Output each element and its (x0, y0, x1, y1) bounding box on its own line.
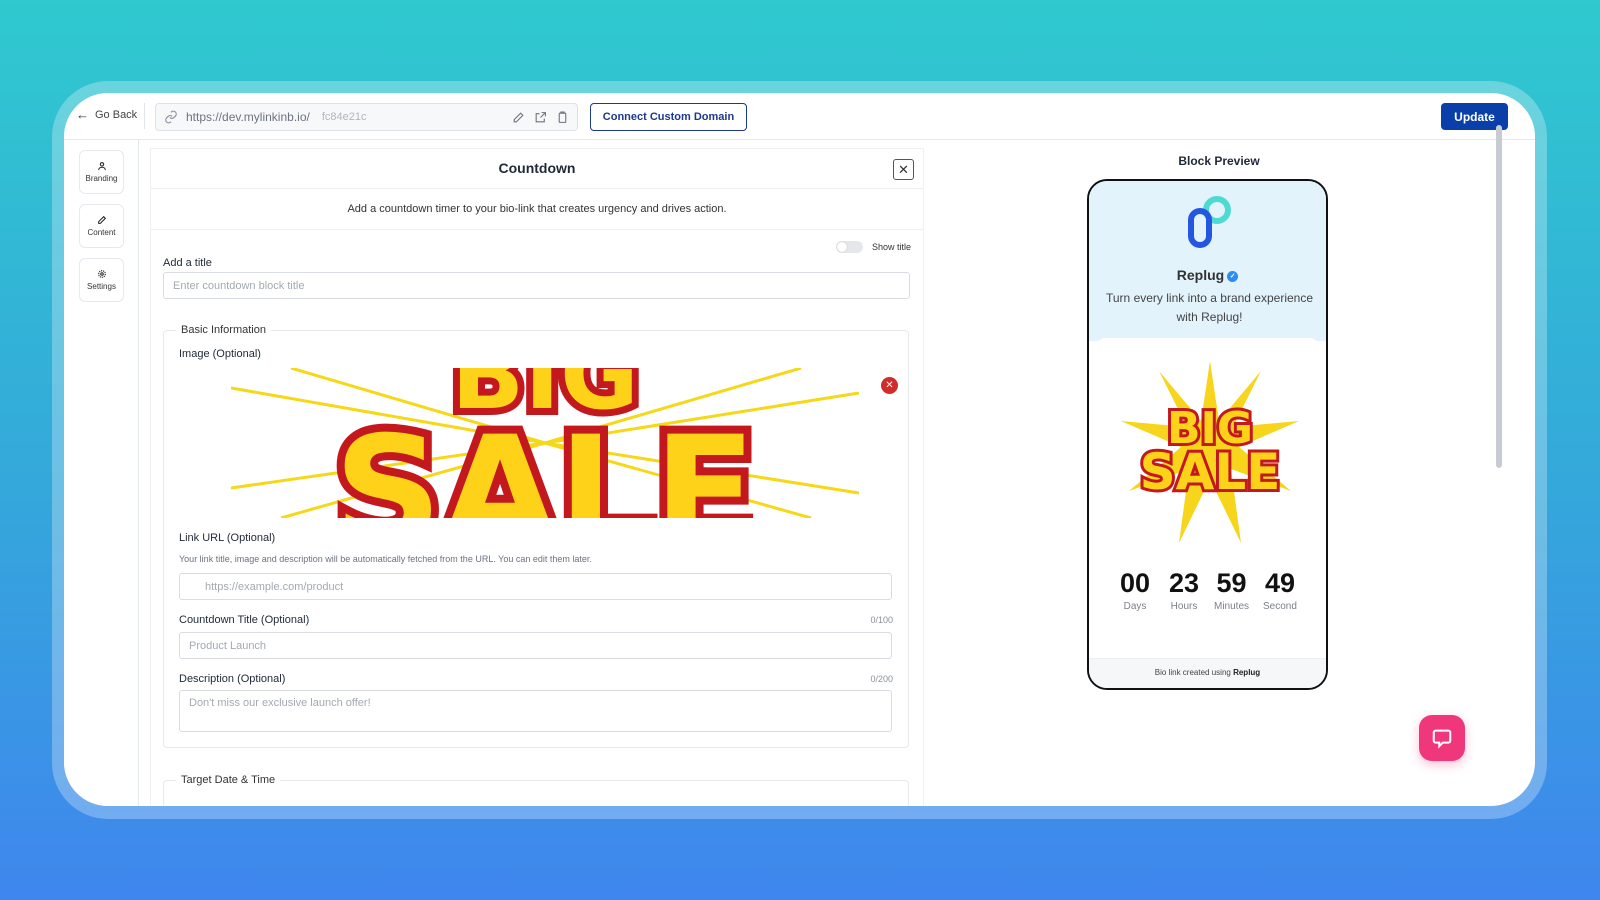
pencil-icon (97, 215, 106, 224)
block-preview-title: Block Preview (1178, 154, 1260, 168)
footer-brand-link[interactable]: Replug (1233, 668, 1260, 677)
arrow-left-icon: ← (76, 107, 89, 122)
basic-information-section: Basic Information Image (Optional) BIG S… (163, 324, 909, 748)
sidebar-item-content[interactable]: Content (79, 204, 124, 248)
countdown-value: 23 (1169, 568, 1200, 598)
editor-subtitle: Add a countdown timer to your bio-link t… (151, 189, 923, 230)
sidebar: Branding Content Settings (64, 140, 139, 806)
countdown-unit: Minutes (1214, 601, 1250, 612)
countdown-editor: Countdown ✕ Add a countdown timer to you… (151, 149, 923, 806)
preview-sale-image: BIG SALE (1121, 361, 1299, 543)
sidebar-item-label: Branding (85, 174, 118, 183)
tagline-line-2: with Replug! (1176, 310, 1243, 324)
description-label: Description (Optional) (179, 673, 286, 685)
link-url-field (179, 573, 892, 600)
countdown-hours: 23 Hours (1169, 568, 1199, 612)
editor-title: Countdown (498, 160, 576, 176)
copy-icon[interactable] (556, 111, 569, 124)
show-title-toggle-group: Show title (835, 241, 911, 253)
brand-name-text: Replug (1176, 267, 1225, 283)
external-link-icon[interactable] (534, 111, 547, 124)
url-text: https://dev.mylinkinb.io/ (186, 110, 310, 124)
connect-custom-domain-button[interactable]: Connect Custom Domain (590, 103, 747, 131)
chat-icon (1432, 729, 1452, 749)
preview-sale-text-bottom: SALE (1140, 443, 1281, 501)
countdown-unit: Days (1123, 601, 1147, 612)
sale-image-text-bottom: SALE (334, 405, 756, 518)
url-actions (512, 111, 569, 124)
chat-support-button[interactable] (1419, 715, 1465, 761)
sidebar-item-settings[interactable]: Settings (79, 258, 124, 302)
brand-name: Replug ✓ (1089, 267, 1326, 283)
countdown-title-label: Countdown Title (Optional) (179, 614, 310, 626)
countdown-seconds: 49 Second (1263, 568, 1297, 612)
countdown-days: 00 Days (1120, 568, 1150, 612)
description-textarea[interactable] (179, 690, 892, 732)
app-window: ← Go Back https://dev.mylinkinb.io/ fc84… (64, 93, 1535, 806)
preview-header: Replug ✓ Turn every link into a brand exp… (1089, 181, 1326, 341)
show-title-label: Show title (871, 242, 911, 252)
sale-image: BIG SALE (231, 368, 859, 518)
tagline-line-1: Turn every link into a brand experience (1106, 291, 1313, 305)
countdown-value: 49 (1264, 568, 1295, 598)
close-icon: ✕ (898, 161, 909, 177)
target-date-section: Target Date & Time (163, 774, 909, 806)
url-field[interactable]: https://dev.mylinkinb.io/ fc84e21c (155, 103, 578, 131)
link-url-input[interactable] (179, 573, 892, 600)
divider (144, 103, 145, 129)
countdown-unit: Hours (1170, 601, 1198, 612)
target-date-legend: Target Date & Time (176, 774, 281, 786)
link-icon (165, 110, 177, 124)
gear-icon (97, 270, 106, 278)
close-icon: ✕ (885, 380, 894, 391)
show-title-toggle[interactable] (835, 241, 863, 253)
basic-information-legend: Basic Information (176, 324, 271, 336)
phone-preview: Replug ✓ Turn every link into a brand exp… (1087, 179, 1328, 690)
countdown-unit: Second (1263, 601, 1297, 612)
preview-footer: Bio link created using Replug (1089, 658, 1326, 688)
editor-header: Countdown ✕ (151, 149, 923, 189)
go-back-label: Go Back (95, 108, 138, 121)
footer-prefix: Bio link created using (1154, 668, 1231, 677)
close-button[interactable]: ✕ (893, 159, 914, 180)
image-label: Image (Optional) (179, 348, 261, 360)
user-icon (97, 162, 106, 171)
countdown-title-counter: 0/100 (870, 615, 893, 625)
title-input[interactable] (163, 272, 910, 299)
verified-badge-icon: ✓ (1227, 270, 1239, 282)
add-title-label: Add a title (163, 257, 212, 269)
replug-logo-icon (1188, 196, 1231, 248)
description-counter: 0/200 (870, 674, 893, 684)
sidebar-item-label: Settings (87, 282, 116, 291)
sidebar-item-branding[interactable]: Branding (79, 150, 124, 194)
brand-tagline: Turn every link into a brand experience … (1093, 289, 1326, 327)
scrollbar[interactable] (1496, 125, 1502, 468)
countdown-title-input[interactable] (179, 632, 892, 659)
link-url-label: Link URL (Optional) (179, 532, 276, 544)
countdown-value: 00 (1120, 568, 1151, 598)
go-back-button[interactable]: ← Go Back (76, 107, 137, 122)
top-bar: ← Go Back https://dev.mylinkinb.io/ fc84… (64, 93, 1535, 140)
url-slug[interactable]: fc84e21c (322, 111, 367, 123)
remove-image-button[interactable]: ✕ (881, 377, 898, 394)
sidebar-item-label: Content (87, 228, 116, 237)
countdown-minutes: 59 Minutes (1214, 568, 1249, 612)
countdown-value: 59 (1216, 568, 1247, 598)
link-url-hint: Your link title, image and description w… (179, 554, 592, 564)
edit-icon[interactable] (512, 111, 525, 124)
